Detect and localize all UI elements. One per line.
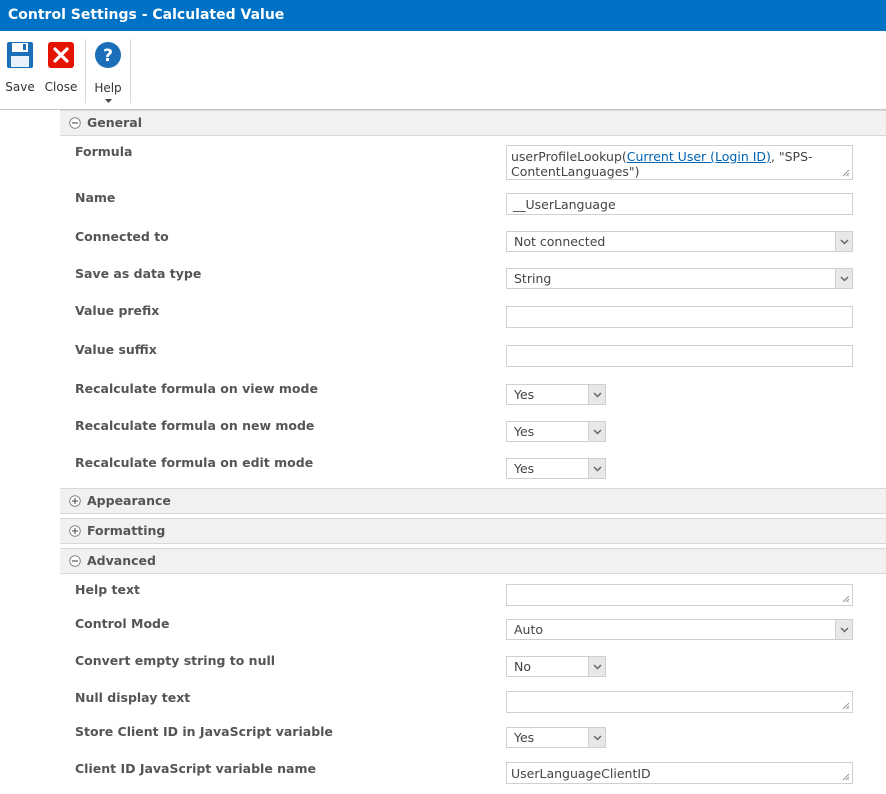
convert-null-select[interactable]: No (506, 656, 606, 677)
chevron-down-icon (593, 664, 602, 670)
select-value: Not connected (514, 234, 606, 249)
select-value: Auto (514, 622, 544, 637)
section-title: Appearance (87, 493, 171, 508)
help-text-field[interactable] (506, 584, 853, 606)
expand-icon (69, 495, 81, 507)
section-advanced-header[interactable]: Advanced (60, 548, 886, 574)
select-value: No (514, 659, 531, 674)
dropdown-button[interactable] (588, 657, 605, 676)
chevron-down-icon (593, 735, 602, 741)
close-button[interactable]: Close (42, 31, 80, 109)
value-suffix-label: Value suffix (75, 342, 157, 357)
resize-grip-icon[interactable] (842, 773, 850, 781)
dropdown-button[interactable] (588, 728, 605, 747)
chevron-down-icon (840, 239, 849, 245)
chevron-down-icon (593, 466, 602, 472)
section-appearance-header[interactable]: Appearance (60, 488, 886, 514)
chevron-down-icon (593, 392, 602, 398)
chevron-down-icon (840, 627, 849, 633)
client-id-var-field[interactable]: UserLanguageClientID (506, 762, 853, 784)
settings-panel: General Formula userProfileLookup(Curren… (60, 110, 886, 794)
recalc-view-select[interactable]: Yes (506, 384, 606, 405)
save-icon (7, 42, 33, 68)
ribbon-separator (130, 39, 131, 103)
resize-grip-icon[interactable] (842, 595, 850, 603)
value-prefix-label: Value prefix (75, 303, 160, 318)
help-text-label: Help text (75, 582, 141, 597)
help-icon: ? (95, 42, 121, 68)
recalc-view-label: Recalculate formula on view mode (75, 381, 318, 396)
select-value: Yes (514, 730, 535, 745)
store-client-id-label: Store Client ID in JavaScript variable (75, 724, 333, 739)
section-title: Formatting (87, 523, 166, 538)
collapse-icon (69, 117, 81, 129)
close-label: Close (44, 80, 78, 94)
recalc-new-label: Recalculate formula on new mode (75, 418, 315, 433)
value-prefix-input[interactable] (506, 306, 853, 328)
recalc-edit-select[interactable]: Yes (506, 458, 606, 479)
help-label: Help (94, 81, 122, 95)
collapse-icon (69, 555, 81, 567)
select-value: String (514, 271, 552, 286)
dropdown-button[interactable] (588, 422, 605, 441)
value-suffix-input[interactable] (506, 345, 853, 367)
dropdown-button[interactable] (835, 620, 852, 639)
select-value: Yes (514, 461, 535, 476)
formula-prefix: userProfileLookup( (511, 149, 627, 164)
dropdown-button[interactable] (835, 269, 852, 288)
control-mode-label: Control Mode (75, 616, 170, 631)
save-label: Save (5, 80, 35, 94)
connected-to-label: Connected to (75, 229, 169, 244)
dropdown-button[interactable] (835, 232, 852, 251)
section-formatting-header[interactable]: Formatting (60, 518, 886, 544)
ribbon-toolbar: Save Close ? Help (0, 31, 886, 110)
convert-null-label: Convert empty string to null (75, 653, 276, 668)
recalc-edit-label: Recalculate formula on edit mode (75, 455, 314, 470)
name-label: Name (75, 190, 116, 205)
ribbon-separator (85, 39, 86, 103)
section-title: Advanced (87, 553, 156, 568)
section-general-header[interactable]: General (60, 110, 886, 136)
client-id-var-value: UserLanguageClientID (511, 766, 651, 781)
section-title: General (87, 115, 142, 130)
resize-grip-icon[interactable] (842, 169, 850, 177)
dropdown-arrow-icon (105, 99, 112, 103)
store-client-id-select[interactable]: Yes (506, 727, 606, 748)
dropdown-button[interactable] (588, 459, 605, 478)
null-display-label: Null display text (75, 690, 191, 705)
client-id-var-label: Client ID JavaScript variable name (75, 761, 316, 776)
select-value: Yes (514, 387, 535, 402)
formula-field[interactable]: userProfileLookup(Current User (Login ID… (506, 145, 853, 180)
formula-link[interactable]: Current User (Login ID) (627, 149, 771, 164)
connected-to-select[interactable]: Not connected (506, 231, 853, 252)
null-display-field[interactable] (506, 691, 853, 713)
save-button[interactable]: Save (2, 31, 38, 109)
data-type-label: Save as data type (75, 266, 202, 281)
data-type-select[interactable]: String (506, 268, 853, 289)
recalc-new-select[interactable]: Yes (506, 421, 606, 442)
resize-grip-icon[interactable] (842, 702, 850, 710)
chevron-down-icon (593, 429, 602, 435)
select-value: Yes (514, 424, 535, 439)
svg-text:?: ? (103, 46, 113, 66)
dropdown-button[interactable] (588, 385, 605, 404)
chevron-down-icon (840, 276, 849, 282)
expand-icon (69, 525, 81, 537)
close-icon (48, 42, 74, 68)
help-button[interactable]: ? Help (89, 31, 127, 109)
control-mode-select[interactable]: Auto (506, 619, 853, 640)
name-input[interactable]: __UserLanguage (506, 193, 853, 215)
formula-label: Formula (75, 144, 133, 159)
window-title: Control Settings - Calculated Value (0, 0, 886, 31)
